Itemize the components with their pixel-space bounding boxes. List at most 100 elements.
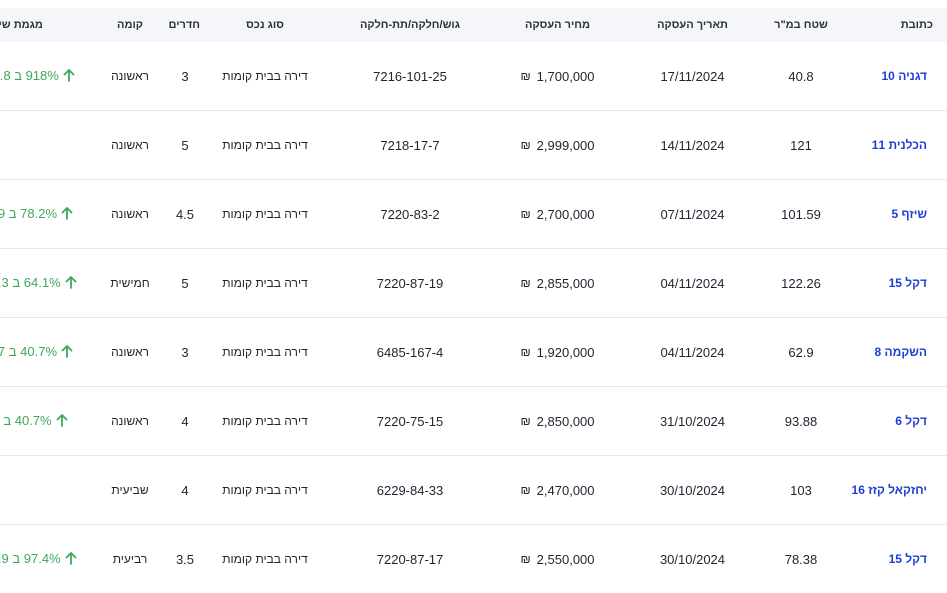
currency-symbol: ₪	[520, 138, 531, 153]
parcel-value: 7220-87-19	[376, 275, 444, 291]
price-wrap: ₪ 2,850,000	[520, 414, 594, 429]
parcel-value: 6485-167-4	[376, 344, 444, 360]
column-header-parcel[interactable]: גוש/חלקה/תת-חלקה	[330, 19, 490, 31]
area-value: 93.88	[784, 413, 818, 429]
address-link[interactable]: יחזקאל קזז 16	[842, 483, 947, 497]
area-value: 122.26	[781, 275, 821, 291]
area-value: 103	[790, 482, 812, 498]
property-type: דירה בבית קומות	[222, 345, 308, 359]
transactions-table: כתובת שטח במ"ר תאריך העסקה מחיר העסקה גו…	[0, 8, 947, 593]
currency-symbol: ₪	[520, 552, 531, 567]
floor-value: שביעית	[111, 483, 149, 497]
table-row[interactable]: דגניה 10 40.8 17/11/2024 ₪ 1,700,000 7216-101…	[0, 42, 947, 111]
address-link[interactable]: הכלנית 11	[842, 138, 947, 152]
price-cell: ₪ 2,999,000	[490, 137, 625, 153]
rooms-value: 3	[181, 344, 189, 360]
parcel-value: 7216-101-25	[373, 68, 447, 84]
address-link[interactable]: דקל 15	[842, 552, 947, 566]
column-header-address[interactable]: כתובת	[842, 19, 947, 31]
property-type: דירה בבית קומות	[222, 69, 308, 83]
area-value: 121	[790, 137, 812, 153]
price-value: 2,550,000	[536, 551, 595, 567]
rooms-value: 3.5	[175, 551, 195, 567]
property-type: דירה בבית קומות	[222, 276, 308, 290]
rooms-value: 3	[181, 68, 189, 84]
arrow-up-icon	[61, 206, 73, 220]
trend-cell: 97.4% ב 13.9 שנים	[0, 551, 90, 568]
column-header-trend[interactable]: מגמת שינוי	[0, 19, 90, 31]
table-header: כתובת שטח במ"ר תאריך העסקה מחיר העסקה גו…	[0, 8, 947, 42]
parcel-value: 7220-87-17	[376, 551, 444, 567]
price-value: 2,855,000	[536, 275, 595, 291]
price-cell: ₪ 2,700,000	[490, 206, 625, 222]
rooms-value: 4	[181, 413, 189, 429]
currency-symbol: ₪	[520, 276, 531, 291]
trend-cell: 64.1% ב 14.3 שנים	[0, 275, 90, 292]
table-row[interactable]: דקל 15 122.26 04/11/2024 ₪ 2,855,000 7220-87-…	[0, 249, 947, 318]
area-value: 62.9	[788, 344, 814, 360]
floor-value: חמישית	[110, 276, 150, 290]
parcel-value: 7218-17-7	[380, 137, 440, 153]
date-value: 30/10/2024	[659, 551, 726, 567]
table-row[interactable]: שיזף 5 101.59 07/11/2024 ₪ 2,700,000 7220-83-…	[0, 180, 947, 249]
trend-indicator: 97.4% ב 13.9 שנים	[0, 551, 77, 566]
property-type: דירה בבית קומות	[222, 138, 308, 152]
area-value: 101.59	[781, 206, 821, 222]
column-header-area[interactable]: שטח במ"ר	[760, 19, 842, 31]
price-value: 2,850,000	[536, 413, 595, 429]
area-value: 40.8	[788, 68, 814, 84]
column-header-type[interactable]: סוג נכס	[200, 19, 330, 31]
arrow-up-icon	[63, 68, 75, 82]
floor-value: רביעית	[112, 552, 148, 566]
address-link[interactable]: שיזף 5	[842, 207, 947, 221]
price-wrap: ₪ 2,855,000	[520, 276, 594, 291]
trend-cell: 40.7% ב 7 שנים	[0, 413, 90, 430]
table-row[interactable]: הכלנית 11 121 14/11/2024 ₪ 2,999,000 7218-17-…	[0, 111, 947, 180]
price-value: 1,700,000	[536, 68, 595, 84]
table-row[interactable]: דקל 6 93.88 31/10/2024 ₪ 2,850,000 7220-75-15…	[0, 387, 947, 456]
date-value: 14/11/2024	[660, 137, 725, 153]
property-type: דירה בבית קומות	[222, 483, 308, 497]
table-row[interactable]: השקמה 8 62.9 04/11/2024 ₪ 1,920,000 6485-167-…	[0, 318, 947, 387]
price-value: 2,470,000	[536, 482, 595, 498]
price-wrap: ₪ 2,550,000	[520, 552, 594, 567]
price-value: 2,999,000	[536, 137, 595, 153]
column-header-floor[interactable]: קומה	[90, 19, 170, 31]
price-cell: ₪ 2,470,000	[490, 482, 625, 498]
trend-indicator: 918% ב 33.8 שנים	[0, 68, 75, 83]
floor-value: ראשונה	[111, 345, 149, 359]
trend-cell: 918% ב 33.8 שנים	[0, 68, 90, 85]
column-header-date[interactable]: תאריך העסקה	[625, 19, 760, 31]
price-wrap: ₪ 1,920,000	[520, 345, 594, 360]
arrow-up-icon	[65, 275, 77, 289]
currency-symbol: ₪	[520, 345, 531, 360]
currency-symbol: ₪	[520, 414, 531, 429]
date-value: 04/11/2024	[660, 275, 725, 291]
currency-symbol: ₪	[520, 483, 531, 498]
currency-symbol: ₪	[520, 207, 531, 222]
trend-text: 918% ב 33.8 שנים	[0, 67, 59, 83]
date-value: 04/11/2024	[660, 344, 725, 360]
price-cell: ₪ 1,700,000	[490, 68, 625, 84]
table-row[interactable]: דקל 15 78.38 30/10/2024 ₪ 2,550,000 7220-87-1…	[0, 525, 947, 593]
trend-indicator: 40.7% ב 5.7 שנים	[0, 344, 73, 359]
address-link[interactable]: דגניה 10	[842, 69, 947, 83]
price-wrap: ₪ 2,999,000	[520, 138, 594, 153]
column-header-rooms[interactable]: חדרים	[169, 19, 200, 31]
floor-value: ראשונה	[111, 69, 149, 83]
price-wrap: ₪ 2,700,000	[520, 207, 594, 222]
price-cell: ₪ 2,850,000	[490, 413, 625, 429]
column-header-price[interactable]: מחיר העסקה	[490, 19, 625, 31]
address-link[interactable]: דקל 6	[842, 414, 947, 428]
table-row[interactable]: יחזקאל קזז 16 103 30/10/2024 ₪ 2,470,000 6229…	[0, 456, 947, 525]
trend-indicator: 40.7% ב 7 שנים	[0, 413, 68, 428]
address-link[interactable]: השקמה 8	[842, 345, 947, 359]
trend-text: 40.7% ב 5.7 שנים	[0, 343, 58, 359]
arrow-up-icon	[65, 551, 77, 565]
trend-text: 40.7% ב 7 שנים	[0, 412, 52, 428]
property-type: דירה בבית קומות	[222, 414, 308, 428]
floor-value: ראשונה	[111, 207, 149, 221]
address-link[interactable]: דקל 15	[842, 276, 947, 290]
floor-value: ראשונה	[111, 414, 149, 428]
price-cell: ₪ 2,855,000	[490, 275, 625, 291]
